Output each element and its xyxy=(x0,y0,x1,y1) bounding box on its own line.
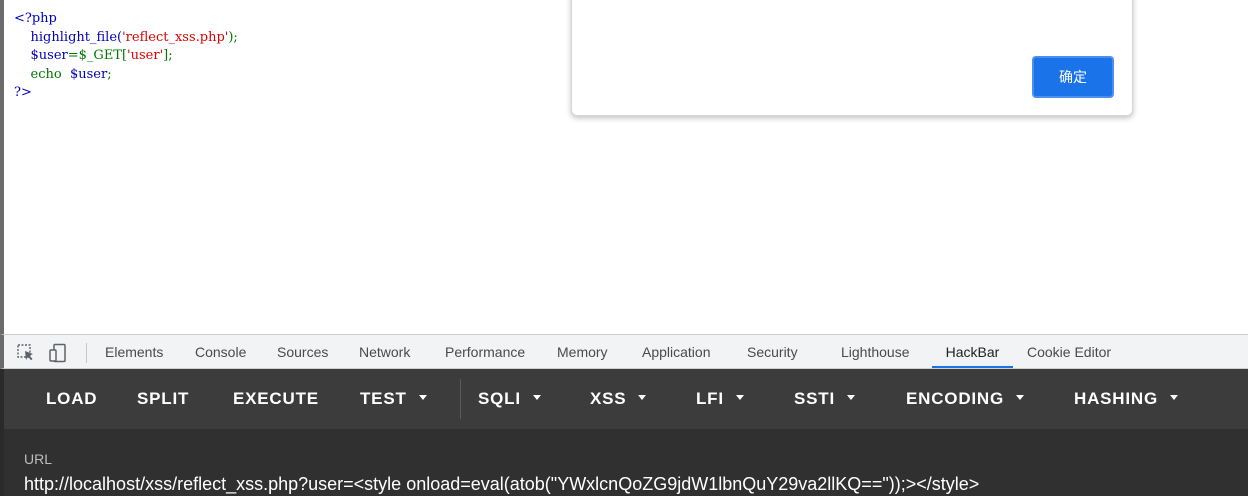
code-string: 'reflect_xss.php' xyxy=(122,29,229,45)
sqli-menu[interactable]: SQLI xyxy=(478,369,541,429)
code-keyword: echo xyxy=(30,66,62,82)
chevron-down-icon xyxy=(638,395,647,401)
alert-dialog: 确定 xyxy=(571,0,1133,116)
code-var: $user xyxy=(69,66,108,82)
xss-menu[interactable]: XSS xyxy=(590,369,647,429)
devtools-tabbar: Elements Console Sources Network Perform… xyxy=(0,334,1248,369)
tab-application[interactable]: Application xyxy=(642,335,711,368)
chevron-down-icon xyxy=(847,395,855,401)
tab-separator xyxy=(86,343,87,363)
tab-performance[interactable]: Performance xyxy=(445,335,525,368)
tab-console[interactable]: Console xyxy=(195,335,246,368)
url-label: URL xyxy=(24,451,53,467)
tab-network[interactable]: Network xyxy=(359,335,410,368)
ok-button[interactable]: 确定 xyxy=(1032,56,1114,98)
tab-hackbar[interactable]: HackBar xyxy=(932,335,1013,368)
chevron-down-icon xyxy=(735,395,744,401)
chevron-down-icon xyxy=(1170,395,1178,401)
tab-sources[interactable]: Sources xyxy=(277,335,328,368)
lfi-menu[interactable]: LFI xyxy=(696,369,744,429)
url-panel: URL http://localhost/xss/reflect_xss.php… xyxy=(0,429,1248,496)
load-label: LOAD xyxy=(46,389,98,408)
ssti-label: SSTI xyxy=(794,389,835,408)
chevron-down-icon xyxy=(1016,395,1025,401)
chevron-down-icon xyxy=(418,395,427,401)
code-punct: ; xyxy=(107,66,112,82)
test-menu[interactable]: TEST xyxy=(360,369,427,429)
hashing-menu[interactable]: HASHING xyxy=(1074,369,1178,429)
chevron-down-icon xyxy=(532,395,541,401)
encoding-menu[interactable]: ENCODING xyxy=(906,369,1025,429)
tab-security[interactable]: Security xyxy=(747,335,798,368)
device-toolbar-icon[interactable] xyxy=(48,343,68,363)
code-func: highlight_file( xyxy=(30,29,123,45)
split-label: SPLIT xyxy=(137,389,190,408)
tab-elements[interactable]: Elements xyxy=(105,335,163,368)
code-punct: ); xyxy=(228,29,238,45)
hackbar-toolbar: LOAD SPLIT EXECUTE TEST SQLI XSS LFI SST… xyxy=(0,369,1248,429)
load-button[interactable]: LOAD xyxy=(46,369,97,429)
lfi-label: LFI xyxy=(696,389,724,408)
php-source: <?php highlight_file('reflect_xss.php');… xyxy=(14,10,238,103)
sqli-label: SQLI xyxy=(478,389,521,408)
code-punct: ]; xyxy=(163,48,173,63)
toolbar-separator xyxy=(460,379,461,419)
code-op: =$_GET[ xyxy=(67,48,128,63)
php-open-tag: <?php xyxy=(14,11,57,26)
tab-lighthouse[interactable]: Lighthouse xyxy=(841,335,910,368)
split-button[interactable]: SPLIT xyxy=(137,369,189,429)
tab-cookie-editor[interactable]: Cookie Editor xyxy=(1027,335,1111,368)
php-close-tag: ?> xyxy=(14,85,32,100)
inspect-element-icon[interactable] xyxy=(16,343,36,363)
xss-label: XSS xyxy=(590,389,627,408)
execute-button[interactable]: EXECUTE xyxy=(233,369,319,429)
encoding-label: ENCODING xyxy=(906,389,1005,408)
code-var: $user xyxy=(30,48,68,63)
url-input[interactable]: http://localhost/xss/reflect_xss.php?use… xyxy=(24,474,979,495)
code-string: 'user' xyxy=(127,48,164,63)
test-label: TEST xyxy=(360,389,407,408)
tab-memory[interactable]: Memory xyxy=(557,335,608,368)
hashing-label: HASHING xyxy=(1074,389,1158,408)
execute-label: EXECUTE xyxy=(233,389,319,408)
ssti-menu[interactable]: SSTI xyxy=(794,369,855,429)
